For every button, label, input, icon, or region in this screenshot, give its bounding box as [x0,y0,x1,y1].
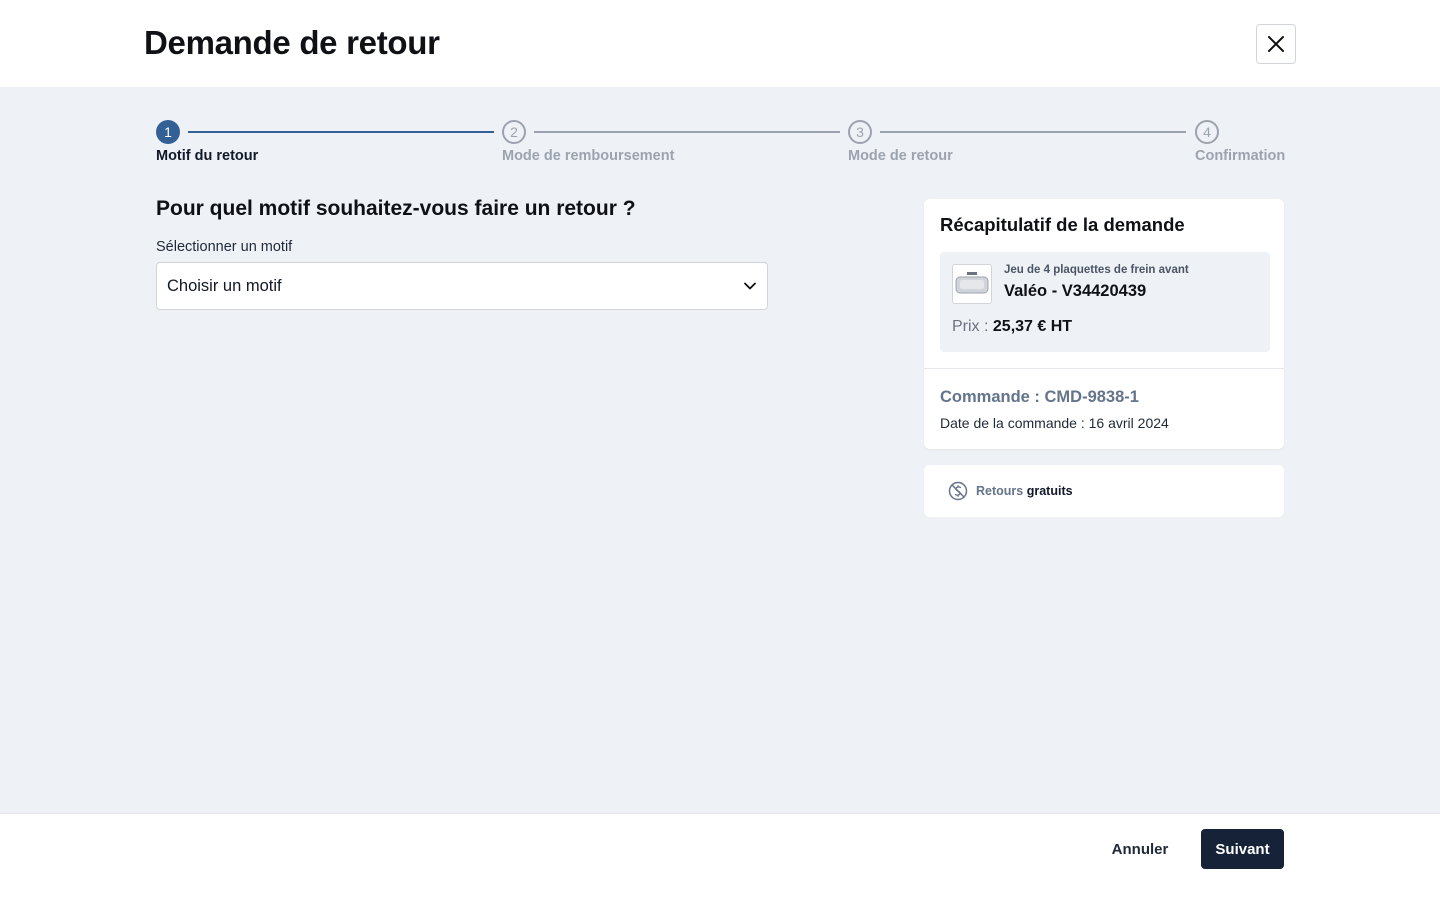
footer: Annuler Suivant [0,813,1440,900]
stepper: 1 2 3 4 Motif du retour Mode de rembours… [156,120,1286,170]
product-name: Valéo - V34420439 [1004,282,1147,300]
order-id: Commande : CMD-9838-1 [940,388,1139,406]
main-content [0,87,1440,813]
step-4-label: Confirmation [1195,148,1286,164]
order-date: Date de la commande : 16 avril 2024 [940,415,1169,431]
reason-select[interactable]: Choisir un motif [156,262,768,310]
step-3-label: Mode de retour [848,148,953,164]
product-description: Jeu de 4 plaquettes de frein avant [1004,264,1189,276]
product-thumbnail [952,264,992,304]
free-returns-strong: gratuits [1026,484,1073,498]
step-2-indicator: 2 [502,120,526,144]
step-2-label: Mode de remboursement [502,148,675,164]
step-connector-2 [534,131,840,133]
step-1-label: Motif du retour [156,148,259,164]
brake-pad-icon [955,272,989,294]
price-label: Prix : [952,318,989,335]
reason-select-label: Sélectionner un motif [156,239,293,255]
free-returns-banner: Retours gratuits [924,465,1284,517]
step-4-indicator: 4 [1195,120,1219,144]
free-returns-muted: Retours [976,484,1024,498]
no-cost-icon [948,481,968,501]
chevron-down-icon [744,282,756,290]
reason-question: Pour quel motif souhaitez-vous faire un … [156,197,636,220]
summary-card: Récapitulatif de la demande Jeu de 4 pla… [924,199,1284,449]
step-connector-1 [188,131,494,133]
header: Demande de retour [0,0,1440,87]
step-3-indicator: 3 [848,120,872,144]
summary-title: Récapitulatif de la demande [940,214,1185,235]
product-item: Jeu de 4 plaquettes de frein avant Valéo… [940,252,1270,352]
close-icon [1268,36,1284,52]
product-price: Prix : 25,37 € HT [952,318,1072,336]
reason-select-value: Choisir un motif [167,276,282,295]
step-1-indicator: 1 [156,120,180,144]
step-connector-3 [880,131,1186,133]
next-button[interactable]: Suivant [1201,829,1284,869]
cancel-button[interactable]: Annuler [1098,829,1182,869]
free-returns-text: Retours gratuits [976,484,1073,498]
summary-divider [924,368,1284,369]
page-title: Demande de retour [144,24,440,61]
close-button[interactable] [1256,24,1296,64]
price-value: 25,37 € HT [992,318,1073,335]
